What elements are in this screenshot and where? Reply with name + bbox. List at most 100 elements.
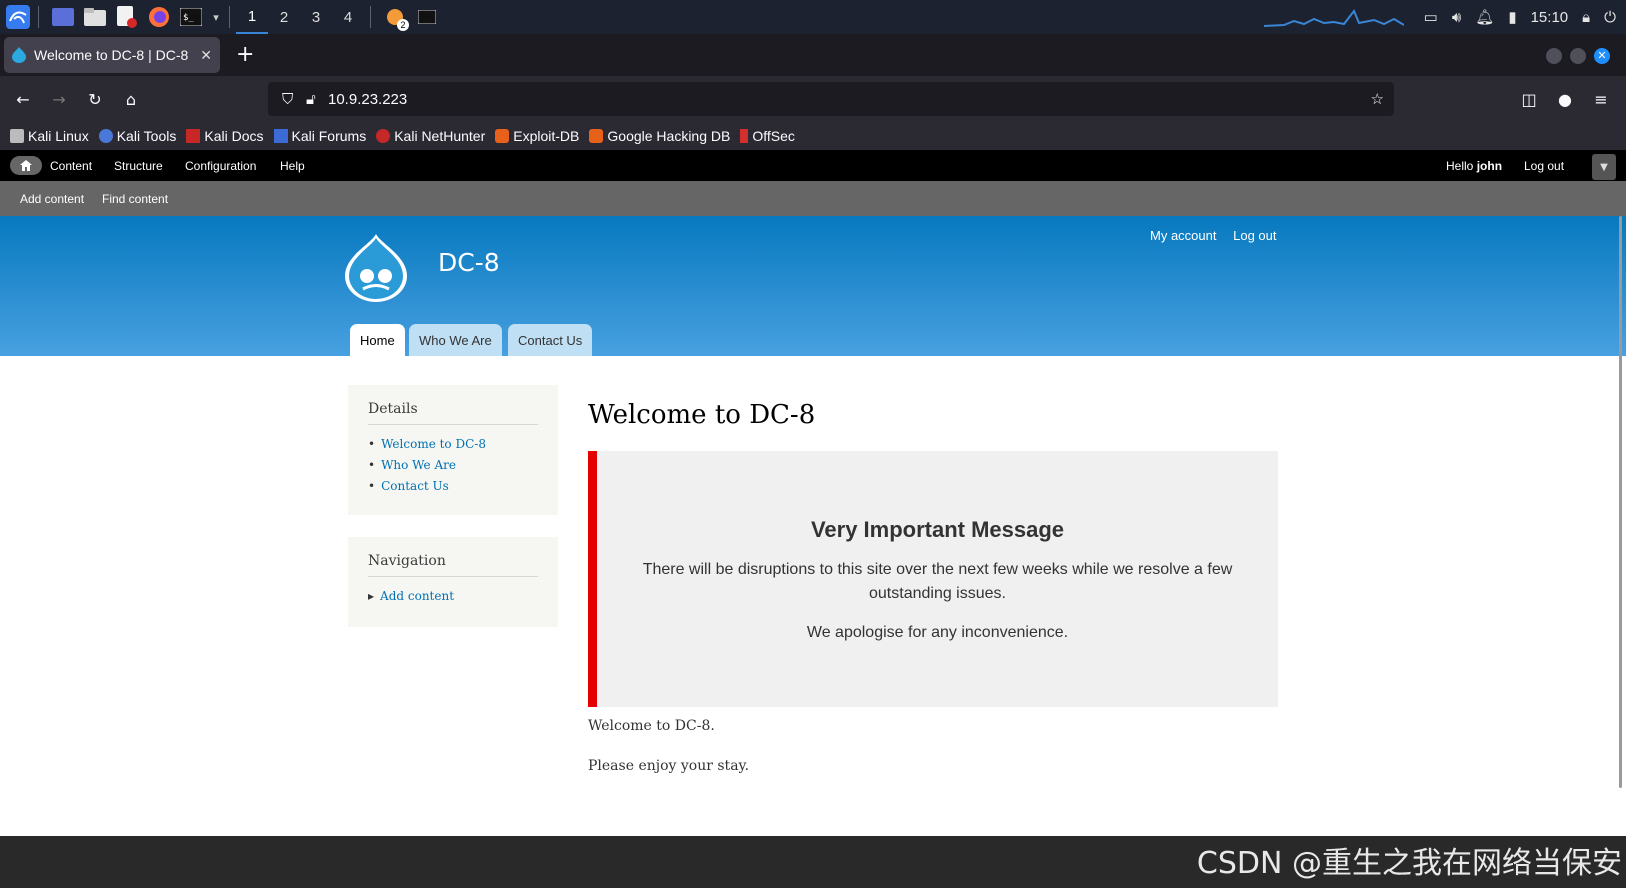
- drupal-logo[interactable]: [345, 234, 407, 302]
- page-scrollbar[interactable]: [1619, 216, 1622, 788]
- chevron-down-icon[interactable]: ▾: [209, 3, 223, 31]
- details-link-who-we-are[interactable]: Who We Are: [368, 458, 538, 472]
- power-icon[interactable]: ⏻: [1604, 9, 1616, 26]
- toolbar-drawer-toggle[interactable]: ▼: [1592, 154, 1616, 180]
- bell-icon[interactable]: 🔔︎: [1475, 8, 1494, 26]
- admin-toolbar: Content Structure Configuration Help Hel…: [0, 150, 1626, 181]
- new-tab-button[interactable]: +: [236, 42, 254, 67]
- url-bar[interactable]: ⛉ 🔓︎ 10.9.23.223 ☆: [268, 82, 1394, 116]
- browser-tab-strip: Welcome to DC-8 | DC-8 ✕ + ✕: [0, 34, 1626, 76]
- bookmark-label: Exploit-DB: [513, 128, 580, 144]
- home-icon[interactable]: ⌂: [118, 86, 144, 112]
- navigation-block-title: Navigation: [368, 553, 538, 577]
- site-header: DC-8 My account Log out Home Who We Are …: [0, 216, 1626, 356]
- back-button[interactable]: ←: [10, 86, 36, 112]
- taskbar-separator: [38, 6, 39, 28]
- url-text[interactable]: 10.9.23.223: [328, 91, 407, 108]
- bookmark-kali-linux[interactable]: Kali Linux: [10, 128, 89, 144]
- header-logout-link[interactable]: Log out: [1233, 228, 1276, 243]
- workspace-3[interactable]: 3: [300, 0, 332, 34]
- details-links: Welcome to DC-8 Who We Are Contact Us: [368, 437, 538, 493]
- display-icon[interactable]: ▭: [1424, 8, 1438, 26]
- bookmark-google-hacking-db[interactable]: Google Hacking DB: [589, 128, 730, 144]
- ghdb-icon: [589, 129, 604, 143]
- workspace-4[interactable]: 4: [332, 0, 364, 34]
- maximize-window-button[interactable]: [1570, 48, 1586, 64]
- volume-icon[interactable]: 🔊︎: [1452, 9, 1461, 26]
- admin-menu-structure[interactable]: Structure: [114, 159, 163, 173]
- firefox-icon[interactable]: [145, 3, 173, 31]
- browser-tab[interactable]: Welcome to DC-8 | DC-8 ✕: [4, 37, 220, 73]
- kali-menu-icon[interactable]: [4, 3, 32, 31]
- message-paragraph-2: We apologise for any inconvenience.: [806, 624, 1069, 641]
- tab-contact-us[interactable]: Contact Us: [508, 324, 593, 356]
- text-editor-icon[interactable]: [113, 3, 141, 31]
- message-heading: Very Important Message: [810, 517, 1065, 542]
- lock-icon[interactable]: 🔒︎: [1582, 9, 1590, 26]
- details-link-contact-us[interactable]: Contact Us: [368, 479, 538, 493]
- important-message-box: Very Important Message There will be dis…: [588, 451, 1278, 707]
- reload-button[interactable]: ↻: [82, 86, 108, 112]
- minimize-window-button[interactable]: [1546, 48, 1562, 64]
- shortcut-bar: Add content Find content: [0, 181, 1626, 216]
- site-name[interactable]: DC-8: [438, 248, 500, 277]
- browser-navbar: ← → ↻ ⌂ ⛉ 🔓︎ 10.9.23.223 ☆ ◫ ● ≡: [0, 76, 1626, 122]
- bookmark-kali-nethunter[interactable]: Kali NetHunter: [376, 128, 485, 144]
- taskbar: $_ ▾ 1 2 3 4 2 ▭ 🔊︎ 🔔︎ ▮ 15:10 🔒︎ ⏻: [0, 0, 1626, 34]
- menu-icon[interactable]: ≡: [1588, 86, 1614, 112]
- taskbar-separator: [370, 6, 371, 28]
- shortcut-add-content[interactable]: Add content: [20, 192, 84, 206]
- admin-menu-content[interactable]: Content: [50, 159, 92, 173]
- details-link-welcome[interactable]: Welcome to DC-8: [368, 437, 538, 451]
- admin-logout-link[interactable]: Log out: [1524, 159, 1564, 173]
- body-paragraph-1: Welcome to DC-8.: [588, 718, 715, 734]
- bookmark-kali-tools[interactable]: Kali Tools: [98, 128, 177, 144]
- desktop-icon[interactable]: [49, 3, 77, 31]
- bookmark-kali-docs[interactable]: Kali Docs: [186, 128, 264, 144]
- details-block-title: Details: [368, 401, 538, 425]
- username[interactable]: john: [1477, 159, 1502, 173]
- kali-dragon-icon: [10, 129, 24, 143]
- admin-menu-help[interactable]: Help: [280, 159, 305, 173]
- bookmark-label: Kali Docs: [204, 128, 264, 144]
- shield-icon[interactable]: ⛉: [282, 91, 293, 108]
- home-icon[interactable]: [10, 156, 42, 175]
- message-paragraph-1: There will be disruptions to this site o…: [642, 561, 1233, 602]
- nav-link-add-content[interactable]: Add content: [368, 589, 538, 603]
- bookmark-exploit-db[interactable]: Exploit-DB: [495, 128, 579, 144]
- details-block: Details Welcome to DC-8 Who We Are Conta…: [348, 385, 558, 515]
- admin-menu-configuration[interactable]: Configuration: [185, 159, 256, 173]
- bookmark-label: Kali Tools: [116, 128, 177, 144]
- battery-icon[interactable]: ▮: [1508, 8, 1516, 26]
- workspace-2[interactable]: 2: [268, 0, 300, 34]
- bookmark-kali-forums[interactable]: Kali Forums: [273, 128, 366, 144]
- burp-task-icon[interactable]: 2: [381, 3, 409, 31]
- terminal-task-icon[interactable]: [413, 3, 441, 31]
- insecure-lock-icon[interactable]: 🔓︎: [306, 91, 316, 108]
- bookmark-label: Kali NetHunter: [394, 128, 486, 144]
- body-paragraph-2: Please enjoy your stay.: [588, 758, 750, 774]
- bookmark-star-icon[interactable]: ☆: [1371, 90, 1384, 108]
- exploit-db-icon: [495, 129, 510, 143]
- shortcut-find-content[interactable]: Find content: [102, 192, 168, 206]
- bookmark-offsec[interactable]: OffSec: [740, 128, 795, 144]
- svg-text:$_: $_: [183, 13, 194, 23]
- terminal-icon[interactable]: $_: [177, 3, 205, 31]
- file-manager-icon[interactable]: [81, 3, 109, 31]
- close-window-button[interactable]: ✕: [1594, 48, 1610, 64]
- network-graph-icon: [1263, 9, 1404, 27]
- pocket-icon[interactable]: ◫: [1516, 86, 1542, 112]
- forward-button[interactable]: →: [46, 86, 72, 112]
- workspace-1[interactable]: 1: [236, 0, 268, 34]
- nethunter-icon: [376, 129, 391, 143]
- secondary-menu: My account Log out: [1150, 228, 1289, 243]
- close-tab-icon[interactable]: ✕: [200, 47, 212, 64]
- clock[interactable]: 15:10: [1531, 9, 1569, 26]
- extension-icon[interactable]: ●: [1552, 86, 1578, 112]
- tab-who-we-are[interactable]: Who We Are: [409, 324, 502, 356]
- kali-forums-icon: [273, 129, 288, 143]
- my-account-link[interactable]: My account: [1150, 228, 1216, 243]
- tab-home[interactable]: Home: [350, 324, 405, 356]
- bookmark-label: OffSec: [752, 128, 795, 144]
- kali-docs-icon: [186, 129, 201, 143]
